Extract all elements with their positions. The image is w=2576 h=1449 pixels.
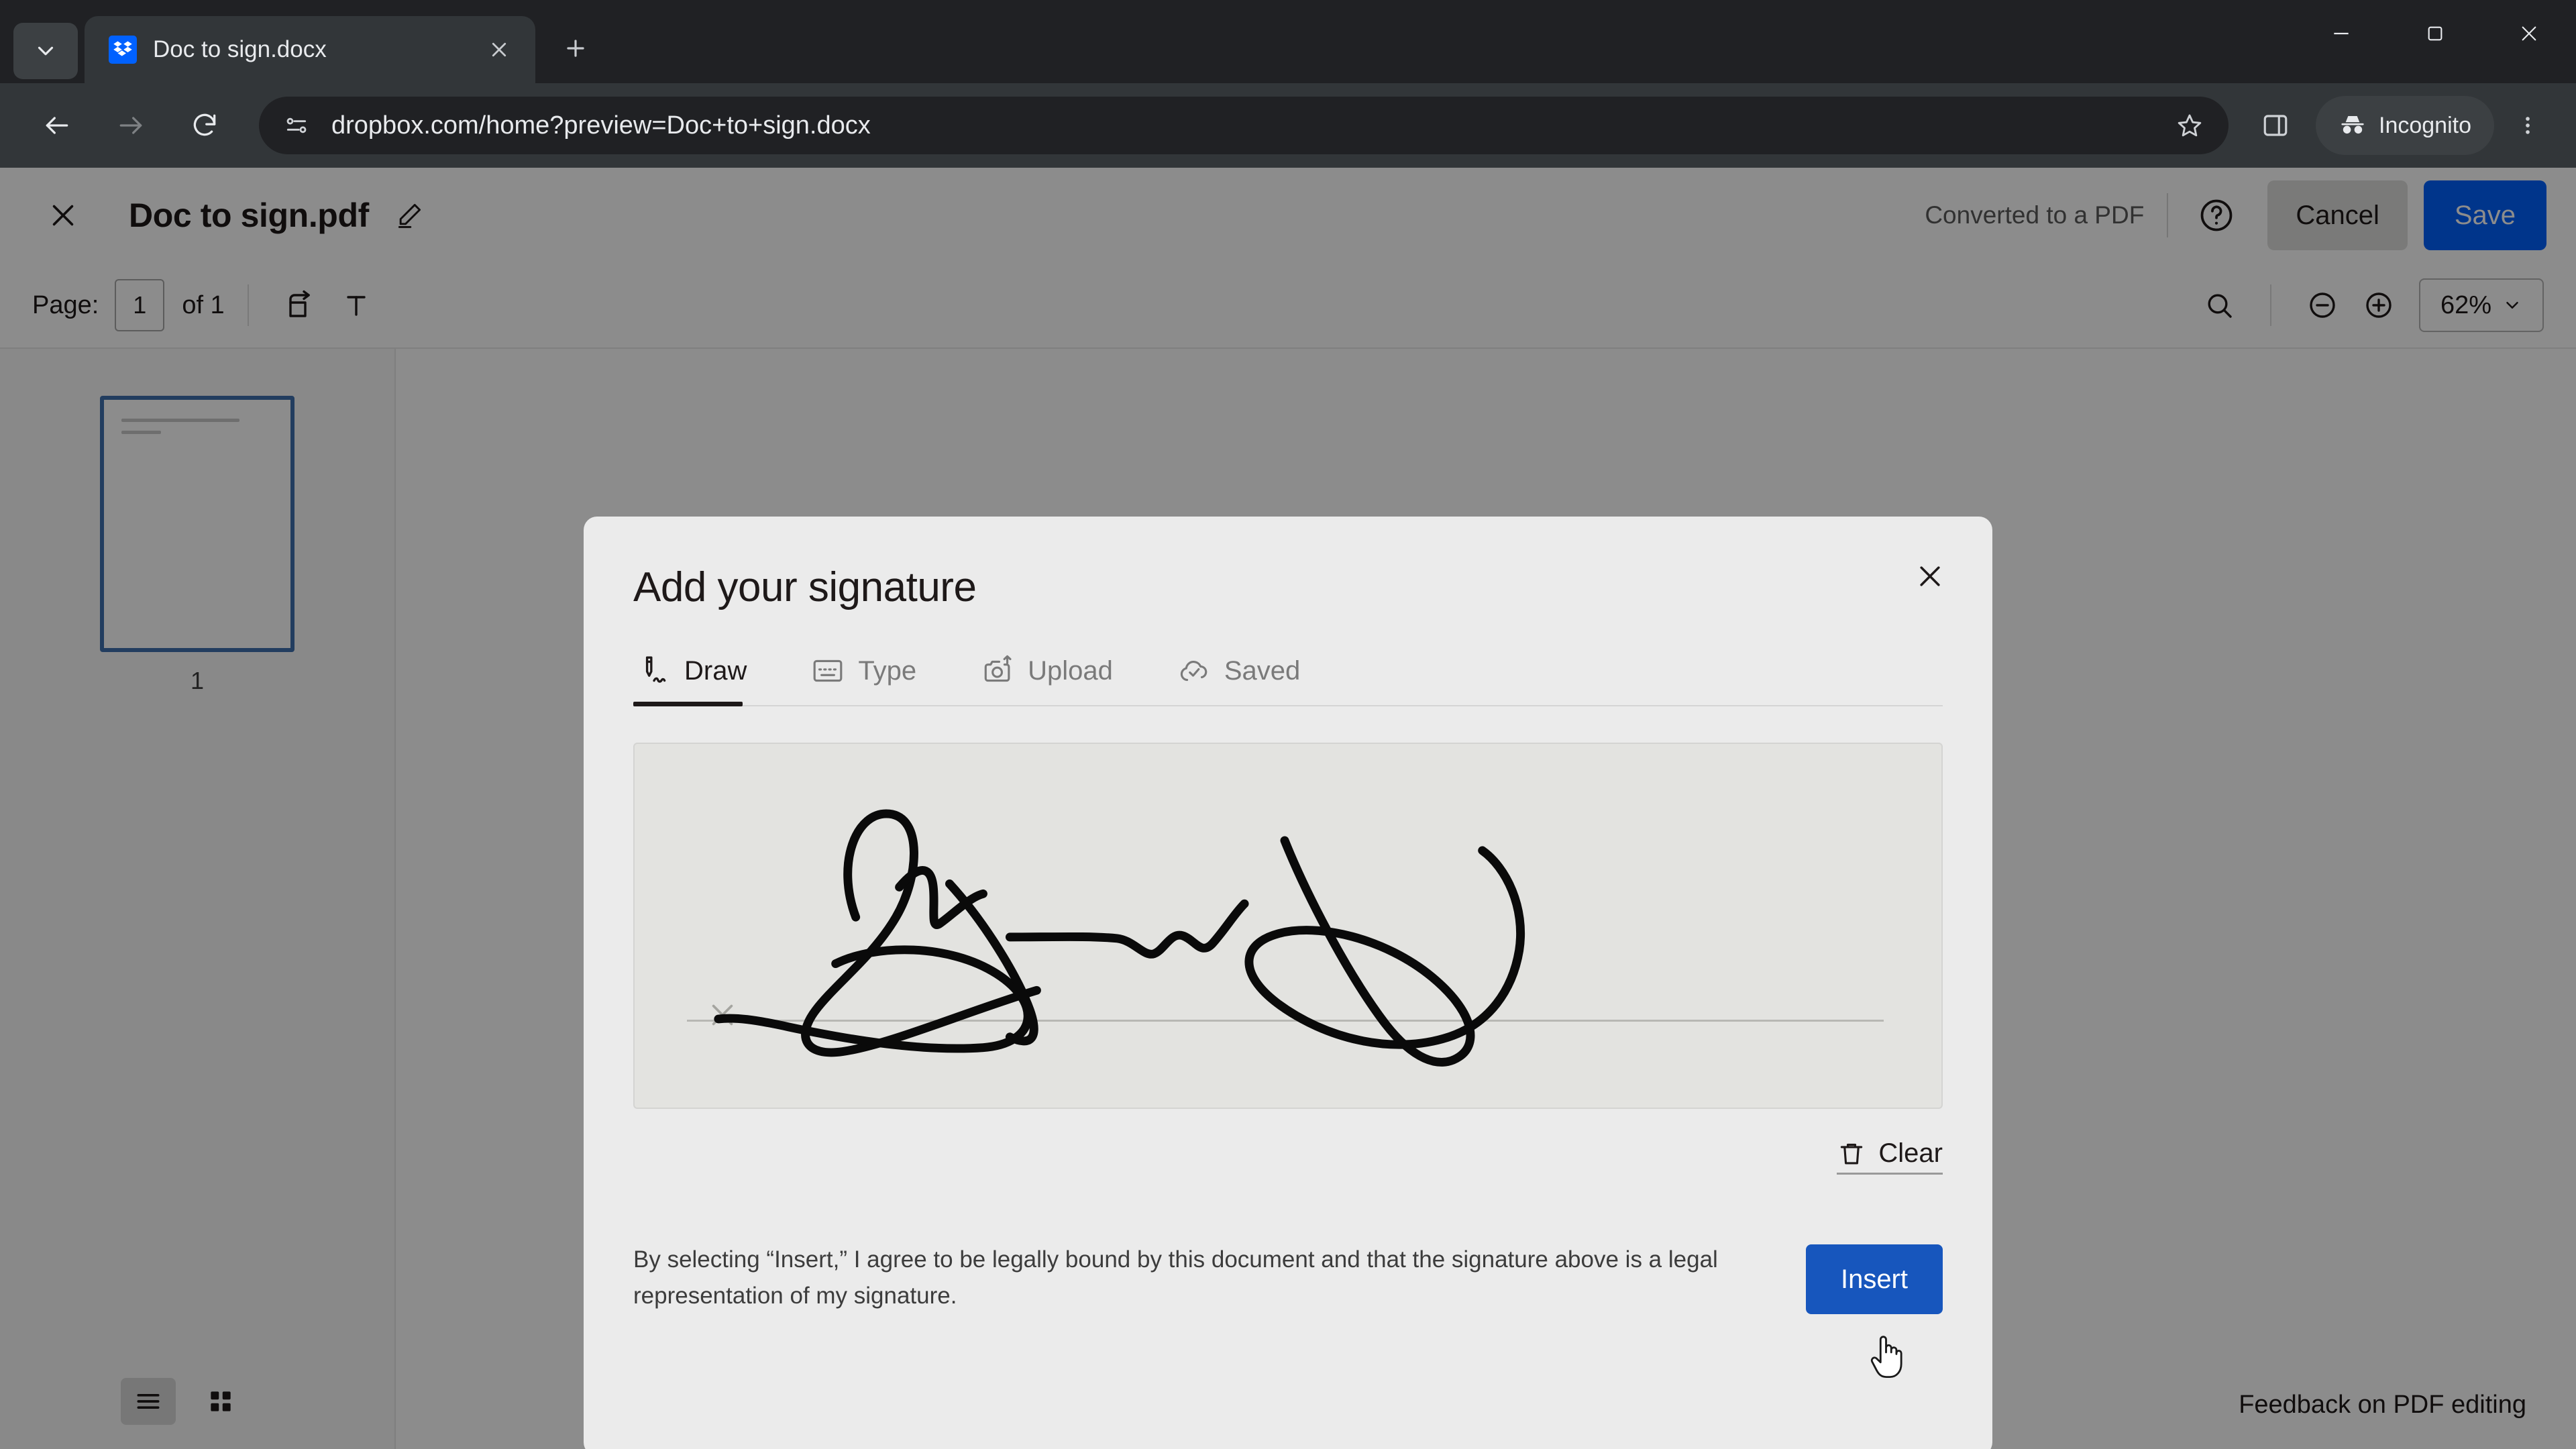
maximize-icon xyxy=(2428,26,2443,41)
address-bar[interactable]: dropbox.com/home?preview=Doc+to+sign.doc… xyxy=(259,97,2229,154)
forward-arrow-icon xyxy=(119,117,142,134)
maximize-button[interactable] xyxy=(2388,0,2482,67)
dialog-title: Add your signature xyxy=(633,564,977,610)
window-close-button[interactable] xyxy=(2482,0,2576,67)
tab-saved-label: Saved xyxy=(1224,655,1301,686)
signature-stroke xyxy=(714,809,1525,1067)
browser-window: Doc to sign.docx dropbox.com/home?previe… xyxy=(0,0,2576,1449)
tab-type[interactable]: Type xyxy=(807,654,945,705)
back-arrow-icon xyxy=(46,117,68,134)
site-settings-button[interactable] xyxy=(279,108,314,143)
reload-button[interactable] xyxy=(168,89,241,162)
legal-consent-text: By selecting “Insert,” I agree to be leg… xyxy=(633,1246,1718,1309)
tab-strip: Doc to sign.docx xyxy=(0,0,2576,83)
window-controls xyxy=(2294,0,2576,67)
minimize-icon xyxy=(2334,32,2349,35)
incognito-label: Incognito xyxy=(2379,112,2471,138)
close-icon xyxy=(2522,26,2536,41)
clear-button[interactable]: Clear xyxy=(1837,1138,1943,1175)
dropbox-icon xyxy=(109,36,137,64)
tab-draw-label: Draw xyxy=(684,655,747,686)
address-bar-url: dropbox.com/home?preview=Doc+to+sign.doc… xyxy=(331,111,871,140)
modal-overlay[interactable]: Add your signature Draw Type Upload Save… xyxy=(0,168,2576,1449)
plus-icon xyxy=(567,40,584,57)
tab-upload-label: Upload xyxy=(1028,655,1113,686)
browser-menu-button[interactable] xyxy=(2500,95,2556,156)
camera-upload-icon xyxy=(984,655,1012,682)
dialog-footer: By selecting “Insert,” I agree to be leg… xyxy=(633,1242,1943,1315)
side-panel-icon xyxy=(2263,115,2288,136)
incognito-icon xyxy=(2341,116,2364,134)
back-button[interactable] xyxy=(20,89,94,162)
more-vertical-icon xyxy=(2526,117,2530,134)
dialog-close-button[interactable] xyxy=(1902,549,1957,604)
tune-icon xyxy=(286,117,307,133)
tab-saved[interactable]: Saved xyxy=(1173,654,1328,705)
insert-button[interactable]: Insert xyxy=(1805,1244,1943,1314)
tab-title: Doc to sign.docx xyxy=(153,36,327,62)
browser-tab[interactable]: Doc to sign.docx xyxy=(85,16,535,83)
bookmark-button[interactable] xyxy=(2171,107,2208,144)
trash-icon xyxy=(1841,1143,1863,1164)
new-tab-button[interactable] xyxy=(551,24,600,72)
clear-label: Clear xyxy=(1878,1138,1943,1168)
close-icon xyxy=(1920,566,1940,586)
star-icon xyxy=(2178,114,2202,137)
tab-upload[interactable]: Upload xyxy=(977,654,1141,705)
forward-button[interactable] xyxy=(94,89,168,162)
tab-type-label: Type xyxy=(858,655,917,686)
side-panel-button[interactable] xyxy=(2245,95,2306,156)
tab-draw[interactable]: Draw xyxy=(633,654,775,706)
clear-row: Clear xyxy=(633,1138,1943,1175)
mouse-cursor xyxy=(1865,1332,1907,1383)
browser-toolbar: dropbox.com/home?preview=Doc+to+sign.doc… xyxy=(0,83,2576,168)
cloud-check-icon xyxy=(1180,660,1208,682)
signature-tabs: Draw Type Upload Saved xyxy=(633,654,1943,706)
keyboard-icon xyxy=(813,659,843,682)
hand-pointer-icon xyxy=(1870,1336,1902,1379)
incognito-indicator[interactable]: Incognito xyxy=(2316,96,2494,155)
signature-dialog: Add your signature Draw Type Upload Save… xyxy=(584,517,1992,1449)
signature-draw-canvas[interactable] xyxy=(633,743,1943,1109)
chevron-down-icon xyxy=(38,46,54,56)
tab-close-button[interactable] xyxy=(482,32,517,67)
reload-icon xyxy=(193,113,216,136)
minimize-button[interactable] xyxy=(2294,0,2388,67)
close-icon xyxy=(492,42,506,57)
tab-search-button[interactable] xyxy=(13,23,78,79)
pen-draw-icon xyxy=(645,656,666,683)
